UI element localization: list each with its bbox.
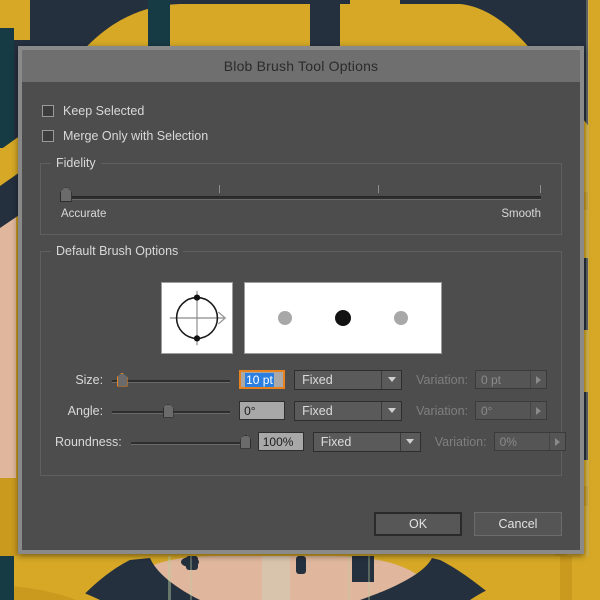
brush-shape-editor-icon[interactable] — [160, 282, 233, 354]
roundness-label: Roundness: — [55, 434, 122, 449]
chevron-down-icon[interactable] — [381, 370, 401, 389]
angle-input[interactable]: 0° — [239, 401, 286, 420]
checkbox-icon[interactable] — [42, 130, 54, 142]
cancel-button[interactable]: Cancel — [474, 512, 562, 536]
fidelity-slider-track[interactable] — [61, 196, 541, 200]
screen: Blob Brush Tool Options Keep Selected Me… — [0, 0, 600, 600]
angle-slider[interactable] — [112, 401, 231, 421]
fidelity-label-smooth: Smooth — [501, 208, 541, 220]
checkbox-merge-only-label: Merge Only with Selection — [63, 129, 209, 143]
fidelity-label-accurate: Accurate — [61, 208, 107, 220]
roundness-variation-label: Variation: — [434, 434, 487, 449]
chevron-right-icon — [548, 433, 565, 450]
default-brush-options-group: Default Brush Options Size: 10 pt Fixed … — [40, 244, 566, 476]
fidelity-tick — [219, 185, 221, 193]
fidelity-slider[interactable] — [59, 184, 541, 206]
row-angle: Angle: 0° Fixed Variation: 0° — [55, 399, 547, 422]
default-brush-options-title: Default Brush Options — [51, 244, 184, 258]
dialog-title: Blob Brush Tool Options — [223, 58, 379, 74]
size-slider-track[interactable] — [112, 379, 231, 383]
size-mode-value: Fixed — [302, 372, 333, 387]
angle-slider-handle[interactable] — [162, 403, 174, 418]
checkbox-keep-selected[interactable]: Keep Selected — [40, 100, 562, 122]
blob-brush-tool-options-dialog: Blob Brush Tool Options Keep Selected Me… — [18, 46, 584, 554]
fidelity-group: Fidelity Accurate Smooth — [40, 156, 562, 235]
size-input[interactable]: 10 pt — [239, 370, 286, 389]
angle-variation-input: 0° — [475, 401, 547, 420]
size-slider-handle[interactable] — [116, 372, 128, 387]
ok-button[interactable]: OK — [374, 512, 462, 536]
size-variation-label: Variation: — [416, 372, 468, 387]
brush-stroke-preview-icon — [243, 282, 442, 354]
checkbox-icon[interactable] — [42, 105, 54, 117]
roundness-input-value: 100% — [262, 434, 294, 449]
row-roundness: Roundness: 100% Fixed Variation: 0% — [55, 430, 566, 453]
size-variation-input: 0 pt — [475, 370, 547, 389]
angle-variation-value: 0° — [481, 403, 493, 418]
angle-variation-label: Variation: — [416, 403, 468, 418]
roundness-mode-dropdown[interactable]: Fixed — [312, 431, 421, 452]
angle-mode-dropdown[interactable]: Fixed — [294, 400, 403, 421]
dialog-titlebar: Blob Brush Tool Options — [22, 50, 580, 82]
roundness-slider-handle[interactable] — [240, 434, 252, 449]
checkbox-merge-only-with-selection[interactable]: Merge Only with Selection — [40, 125, 562, 147]
fidelity-tick — [540, 185, 541, 193]
roundness-variation-input: 0% — [493, 432, 566, 451]
roundness-mode-value: Fixed — [320, 434, 352, 449]
chevron-down-icon[interactable] — [399, 432, 420, 451]
checkbox-keep-selected-label: Keep Selected — [63, 104, 145, 118]
roundness-slider[interactable] — [130, 432, 252, 452]
roundness-variation-value: 0% — [499, 434, 517, 449]
chevron-down-icon[interactable] — [381, 401, 401, 420]
dialog-footer: OK Cancel — [374, 512, 562, 536]
angle-mode-value: Fixed — [302, 403, 333, 418]
fidelity-group-title: Fidelity — [51, 156, 101, 170]
angle-label: Angle: — [67, 403, 104, 418]
size-label: Size: — [75, 372, 104, 387]
roundness-slider-track[interactable] — [130, 441, 249, 445]
size-variation-value: 0 pt — [481, 372, 502, 387]
fidelity-slider-handle[interactable] — [59, 187, 72, 202]
size-mode-dropdown[interactable]: Fixed — [294, 369, 403, 390]
size-slider[interactable] — [112, 370, 231, 390]
chevron-right-icon — [530, 371, 546, 388]
size-input-value: 10 pt — [245, 372, 274, 387]
row-size: Size: 10 pt Fixed Variation: 0 pt — [55, 368, 547, 391]
roundness-input[interactable]: 100% — [257, 432, 304, 451]
fidelity-tick — [377, 185, 379, 193]
dialog-body: Keep Selected Merge Only with Selection … — [22, 82, 580, 550]
angle-input-value: 0° — [244, 403, 256, 418]
chevron-right-icon — [530, 402, 546, 419]
